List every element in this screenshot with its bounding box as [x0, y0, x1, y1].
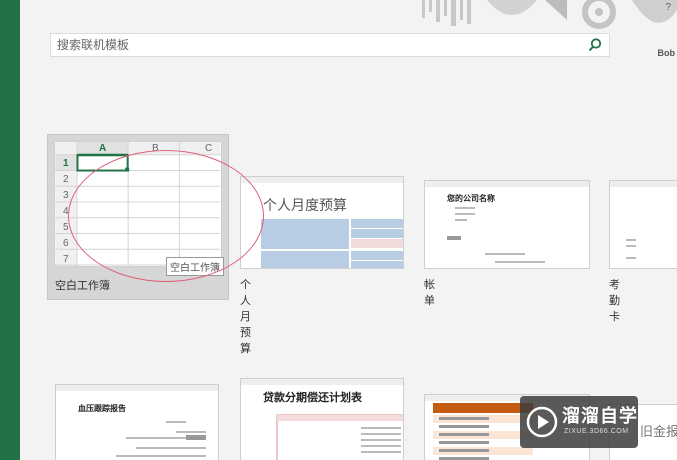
watermark-url: ZIXUE.3D66.COM: [564, 428, 629, 435]
template-blank-workbook[interactable]: A B C 1 2 3 4 5 6 7 空白工作簿 空白工作簿: [47, 134, 229, 300]
app-side-strip: [0, 0, 20, 460]
watermark-title: 溜溜自学: [562, 406, 638, 427]
search-icon[interactable]: [587, 37, 603, 53]
personal-budget-thumbnail: 个人月度预算: [240, 176, 404, 269]
blank-workbook-label: 空白工作簿: [55, 279, 110, 292]
budget-heading: 个人月度预算: [263, 198, 347, 214]
time-card-label: 考勤卡: [609, 278, 620, 323]
loan-heading: 贷款分期偿还计划表: [263, 392, 362, 404]
row-header-6: 6: [63, 238, 69, 249]
loan-amortization-thumbnail: 贷款分期偿还计划表: [240, 378, 404, 460]
play-logo-icon: [526, 406, 558, 438]
template-search-input[interactable]: [57, 38, 587, 52]
blank-workbook-thumbnail: A B C 1 2 3 4 5 6 7: [54, 141, 222, 267]
blood-pressure-thumbnail: 血压跟踪报告: [55, 384, 219, 460]
blood-pressure-heading: 血压跟踪报告: [78, 404, 126, 413]
row-header-2: 2: [63, 174, 69, 185]
row-header-5: 5: [63, 222, 69, 233]
personal-budget-label: 个人月预算: [240, 278, 251, 355]
row-header-1: 1: [63, 158, 69, 169]
column-header-b: B: [152, 143, 159, 154]
invoice-thumbnail: 您的公司名称: [424, 180, 590, 269]
row-header-4: 4: [63, 206, 69, 217]
column-header-a: A: [99, 143, 107, 154]
column-header-c: C: [205, 143, 213, 154]
header-decoration-text: Bob: [657, 48, 676, 58]
budget-preview-graphic: [241, 177, 403, 268]
spreadsheet-grid: [55, 142, 221, 266]
invoice-label: 帐单: [424, 278, 435, 307]
start-screen: ? Bob 搜索联机模板 A B C 1 2 3 4 5 6 7 空白工作簿 空…: [20, 0, 677, 460]
invoice-heading: 您的公司名称: [447, 194, 495, 203]
time-card-thumbnail: [609, 180, 677, 269]
watermark-badge: 溜溜自学 ZIXUE.3D66.COM: [520, 396, 638, 448]
row-header-7: 7: [63, 254, 69, 265]
tax-fund-heading: 旧金报税: [640, 424, 677, 439]
time-card-preview-graphic: [610, 181, 677, 259]
row-header-3: 3: [63, 190, 69, 201]
blank-workbook-tooltip: 空白工作簿: [166, 257, 224, 276]
template-search-box: [50, 33, 610, 57]
help-button[interactable]: ?: [665, 2, 671, 13]
blood-pressure-preview-graphic: [56, 385, 218, 457]
